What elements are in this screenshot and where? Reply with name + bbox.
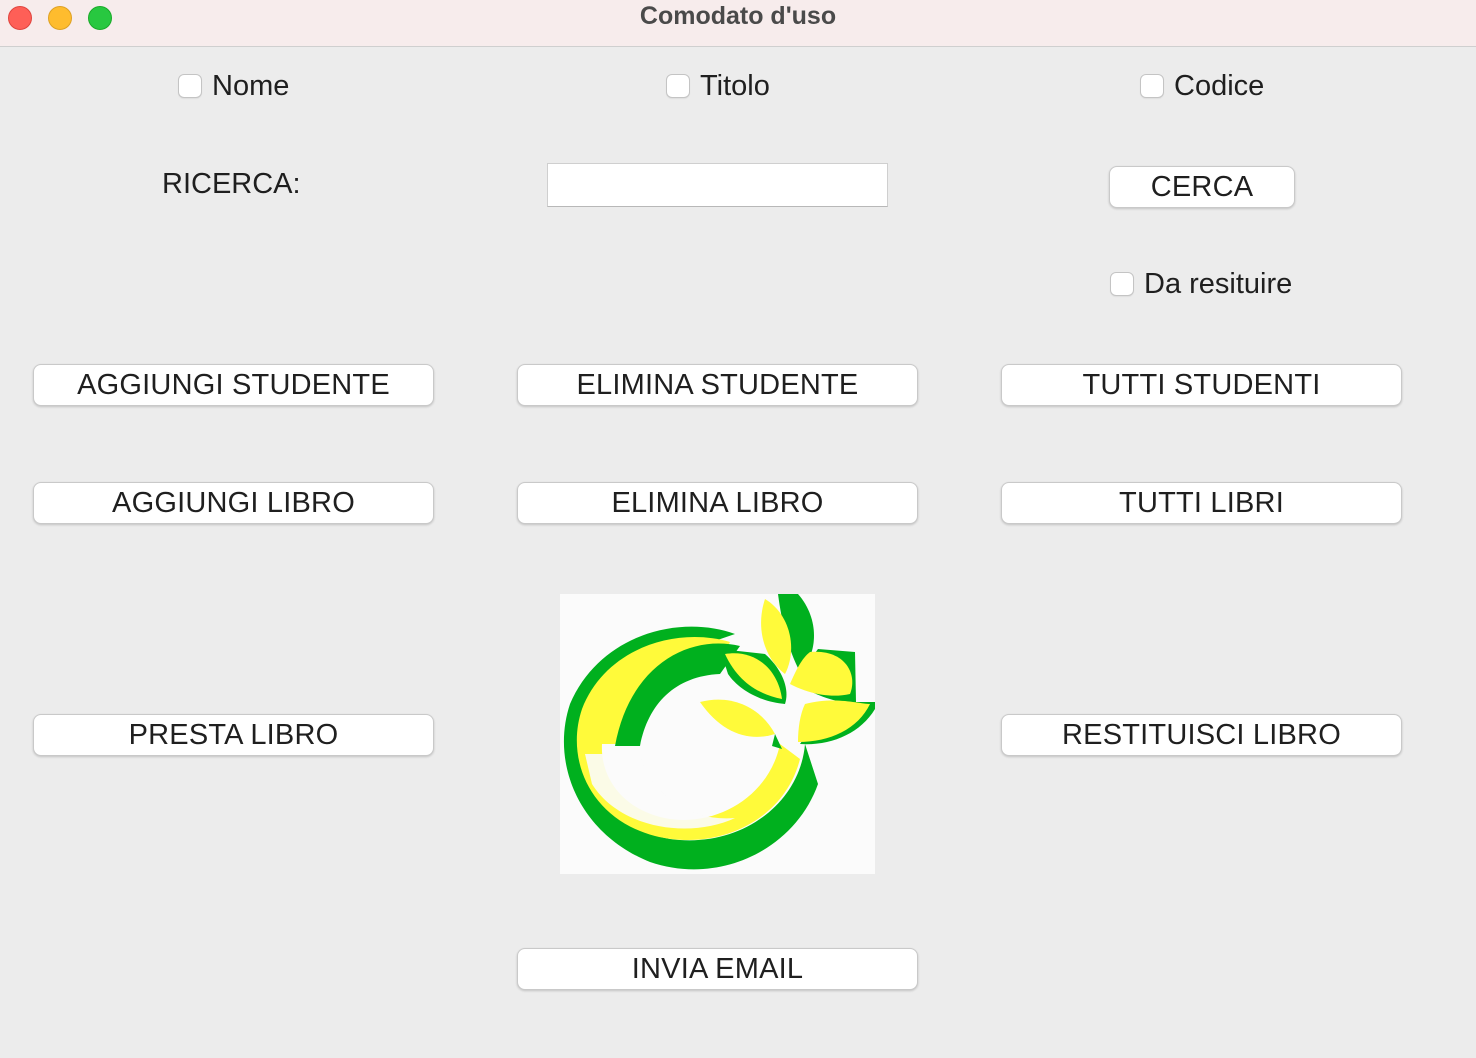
nome-checkbox-label: Nome (212, 69, 290, 102)
titolo-checkbox[interactable]: Titolo (666, 69, 770, 103)
title-bar: Comodato d'uso (0, 0, 1476, 47)
aggiungi-studente-button[interactable]: AGGIUNGI STUDENTE (33, 364, 434, 406)
aggiungi-libro-button[interactable]: AGGIUNGI LIBRO (33, 482, 434, 524)
presta-libro-button[interactable]: PRESTA LIBRO (33, 714, 434, 756)
logo-image (560, 594, 875, 874)
nome-checkbox-box[interactable] (178, 74, 202, 98)
nome-checkbox[interactable]: Nome (178, 69, 289, 103)
search-input[interactable] (547, 163, 888, 207)
titolo-checkbox-label: Titolo (700, 69, 770, 102)
codice-checkbox-box[interactable] (1140, 74, 1164, 98)
tutti-studenti-button[interactable]: TUTTI STUDENTI (1001, 364, 1402, 406)
da-restituire-checkbox-label: Da resituire (1144, 267, 1293, 300)
codice-checkbox[interactable]: Codice (1140, 69, 1264, 103)
elimina-studente-button[interactable]: ELIMINA STUDENTE (517, 364, 918, 406)
ricerca-label: RICERCA: (162, 168, 301, 200)
window-title: Comodato d'uso (639, 2, 837, 30)
leaf-circle-logo-icon (563, 594, 875, 870)
invia-email-button[interactable]: INVIA EMAIL (517, 948, 918, 990)
da-restituire-checkbox-box[interactable] (1110, 272, 1134, 296)
tutti-libri-button[interactable]: TUTTI LIBRI (1001, 482, 1402, 524)
restituisci-libro-button[interactable]: RESTITUISCI LIBRO (1001, 714, 1402, 756)
da-restituire-checkbox[interactable]: Da resituire (1110, 267, 1292, 301)
cerca-button[interactable]: CERCA (1109, 166, 1295, 208)
elimina-libro-button[interactable]: ELIMINA LIBRO (517, 482, 918, 524)
codice-checkbox-label: Codice (1174, 69, 1265, 102)
titolo-checkbox-box[interactable] (666, 74, 690, 98)
